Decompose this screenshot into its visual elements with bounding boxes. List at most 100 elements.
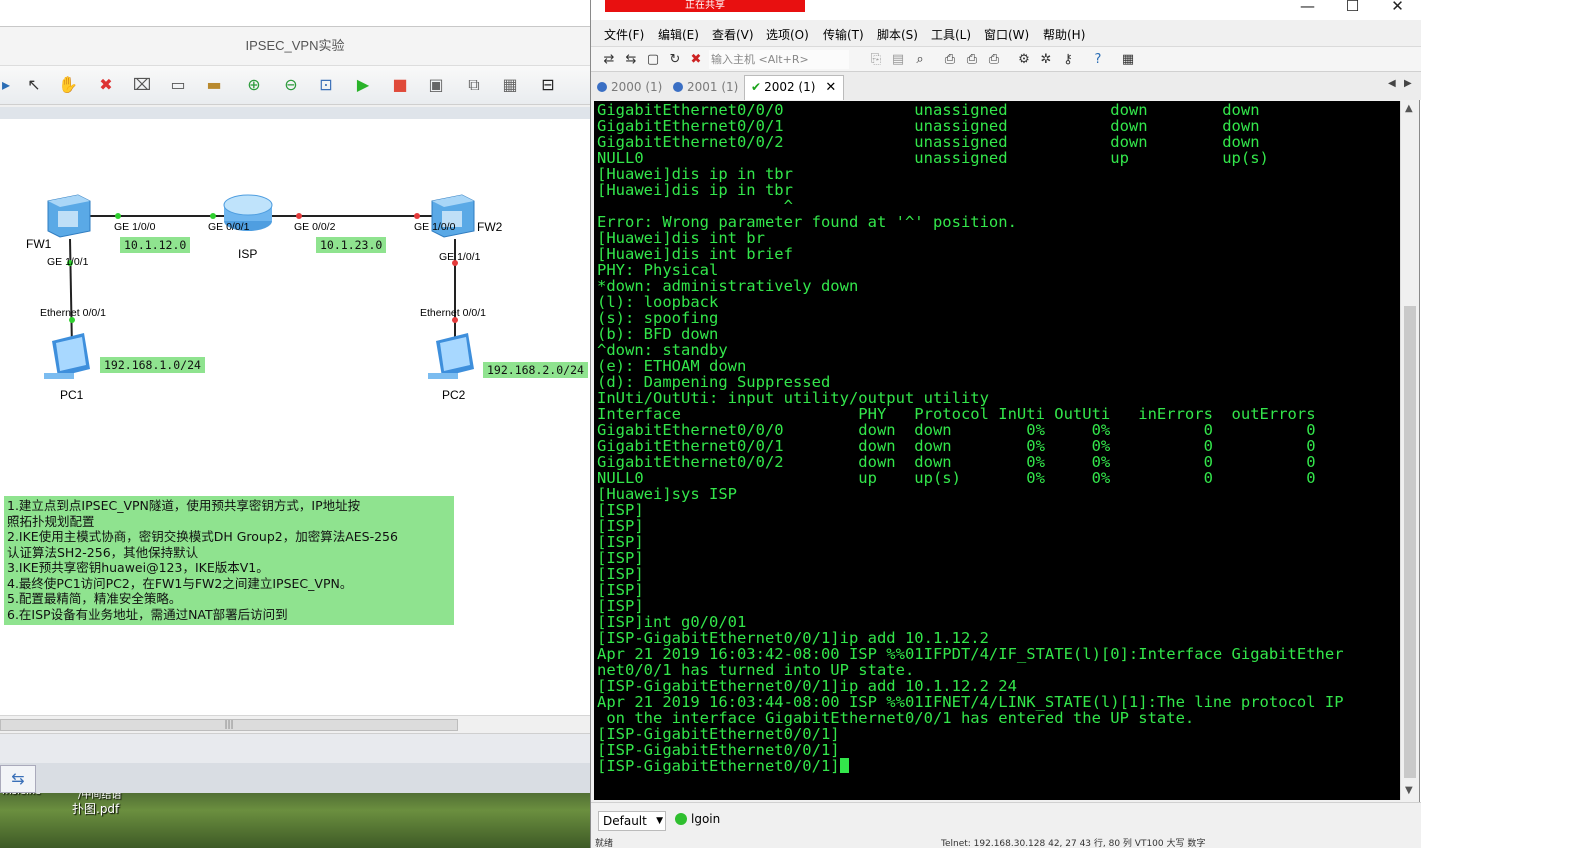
menu-view[interactable]: 查看(V): [712, 26, 754, 43]
quick-connect-icon[interactable]: ⇆: [622, 51, 640, 69]
session-status-icon: [597, 82, 607, 92]
ensp-bottom-bar: ⇆: [0, 763, 590, 793]
grid-icon[interactable]: ▦: [498, 74, 522, 96]
crt-toolbar: ⇄ ⇆ ▢ ↻ ✖ 输入主机 <Alt+R> ⎘ ▤ ⌕ ⎙ ⎙ ⎙ ⚙ ✲ ⚷…: [591, 46, 1421, 72]
capture-icon[interactable]: ▣: [424, 74, 448, 96]
maximize-button[interactable]: ☐: [1330, 0, 1375, 18]
zoom-in-icon[interactable]: ⊕: [242, 74, 266, 96]
menu-script[interactable]: 脚本(S): [877, 26, 918, 43]
fw1-device-icon: [47, 194, 91, 238]
sharing-banner[interactable]: 正在共享: [605, 0, 805, 12]
task-line: 5.配置最精简，精准安全策略。: [7, 591, 182, 606]
host-input[interactable]: 输入主机 <Alt+R>: [709, 50, 849, 69]
port-label: Ethernet 0/0/1: [40, 307, 106, 319]
menu-options[interactable]: 选项(O): [766, 26, 809, 43]
tab-scroll-right-icon[interactable]: ▶: [1404, 78, 1412, 89]
pointer-icon[interactable]: ↖: [22, 74, 46, 96]
task-requirements-note: 1.建立点到点IPSEC_VPN隧道，使用预共享密钥方式，IP地址按 照拓扑规划…: [4, 496, 454, 625]
print-selection-icon[interactable]: ⎙: [963, 51, 981, 69]
terminal-output[interactable]: GigabitEthernet0/0/0 unassigned down dow…: [594, 101, 1400, 800]
connect-tab-icon[interactable]: ▢: [644, 51, 662, 69]
tab-scroll-left-icon[interactable]: ◀: [1388, 78, 1396, 89]
terminal-line: *down: administratively down: [597, 277, 859, 295]
copy-icon[interactable]: ⎘: [867, 51, 885, 69]
connect-icon[interactable]: ⇄: [600, 51, 618, 69]
pc2-device-icon: [428, 333, 474, 379]
rectangle-icon[interactable]: ▬: [202, 74, 226, 96]
hand-icon[interactable]: ✋: [56, 74, 80, 96]
menu-help[interactable]: 帮助(H): [1043, 26, 1085, 43]
tab-label: 2000 (1): [611, 80, 663, 94]
tab-session-2001[interactable]: 2001 (1): [667, 76, 738, 98]
zoom-out-icon[interactable]: ⊖: [279, 74, 303, 96]
find-icon[interactable]: ⌕: [911, 51, 929, 69]
scrollbar-thumb[interactable]: |||: [0, 719, 458, 731]
minimize-button[interactable]: —: [1285, 0, 1330, 18]
print-icon[interactable]: ⎙: [941, 51, 959, 69]
terminal-line: PHY: Physical: [597, 261, 719, 279]
session-button[interactable]: lgoin: [675, 812, 720, 826]
terminal-line: [ISP]: [597, 549, 644, 567]
session-select[interactable]: Default ▼: [598, 811, 666, 831]
topology-canvas[interactable]: FW1 ISP FW2 PC1 PC2 GE 1/0/0 GE 0/0/1 GE…: [0, 119, 590, 715]
scroll-up-icon[interactable]: ▲: [1405, 103, 1413, 114]
terminal-icon[interactable]: ⊟: [536, 74, 560, 96]
delete-icon[interactable]: ✖: [94, 74, 118, 96]
terminal-line: [ISP]: [597, 533, 644, 551]
terminal-scrollbar[interactable]: ▲ ▼: [1400, 101, 1418, 800]
tab-label: 2001 (1): [687, 80, 739, 94]
eraser-icon[interactable]: ⌧: [130, 74, 154, 96]
port-label: GE 0/0/2: [294, 221, 336, 233]
terminal-line: Apr 21 2019 16:03:44-08:00 ISP %%01IFNET…: [597, 693, 1344, 711]
scroll-down-icon[interactable]: ▼: [1405, 785, 1413, 796]
ensp-task-button[interactable]: ⇆: [0, 765, 36, 793]
menu-bar: 文件(F) 编辑(E) 查看(V) 选项(O) 传输(T) 脚本(S) 工具(L…: [591, 20, 1421, 46]
reconnect-icon[interactable]: ↻: [666, 51, 684, 69]
securecrt-window: 正在共享 — ☐ ✕ 文件(F) 编辑(E) 查看(V) 选项(O) 传输(T)…: [590, 0, 1421, 848]
play-icon[interactable]: ▸: [0, 74, 18, 96]
port-label: GE 1/0/1: [439, 251, 481, 263]
start-device-icon[interactable]: ▶: [351, 74, 375, 96]
tab-session-2000[interactable]: 2000 (1): [591, 76, 662, 98]
port-label: GE 1/0/0: [114, 221, 156, 233]
terminal-line: [Huawei]sys ISP: [597, 485, 737, 503]
session-select-value: Default: [603, 814, 647, 828]
tab-label: 2002 (1): [764, 80, 816, 94]
terminal-line: NULL0 unassigned up up(s): [597, 149, 1269, 167]
menu-tools[interactable]: 工具(L): [931, 26, 971, 43]
task-line: 照拓扑规划配置: [7, 513, 95, 529]
session-options-icon[interactable]: ⚙: [1015, 51, 1033, 69]
help-icon[interactable]: ?: [1089, 51, 1107, 69]
network-label: 192.168.1.0/24: [100, 357, 205, 373]
session-status-icon: [673, 82, 683, 92]
sftp-icon[interactable]: ▦: [1119, 51, 1137, 69]
menu-file[interactable]: 文件(F): [604, 26, 644, 43]
horizontal-scrollbar[interactable]: |||: [0, 715, 590, 733]
ensp-toolbar-band: [0, 107, 590, 119]
printer-icon[interactable]: ⎙: [985, 51, 1003, 69]
terminal-line: [Huawei]dis ip in tbr: [597, 181, 793, 199]
ensp-status-area: [0, 733, 590, 763]
desktop-file-pdf[interactable]: 扑图.pdf: [72, 800, 119, 817]
keymap-icon[interactable]: ⚷: [1059, 51, 1077, 69]
terminal-line: [ISP]: [597, 597, 644, 615]
global-options-icon[interactable]: ✲: [1037, 51, 1055, 69]
pc2-label: PC2: [442, 388, 466, 402]
tab-session-2002[interactable]: ✔ 2002 (1) ✕: [744, 75, 844, 100]
pc1-label: PC1: [60, 388, 84, 402]
close-window-button[interactable]: ✕: [1375, 0, 1420, 18]
text-note-icon[interactable]: ▭: [166, 74, 190, 96]
menu-window[interactable]: 窗口(W): [984, 26, 1029, 43]
close-tab-icon[interactable]: ✕: [825, 80, 836, 95]
topology-icon[interactable]: ⧉: [462, 74, 486, 96]
isp-label: ISP: [238, 247, 258, 261]
fit-window-icon[interactable]: ⊡: [314, 74, 338, 96]
desktop-blank: [1420, 0, 1572, 848]
scrollbar-thumb[interactable]: [1404, 306, 1416, 778]
stop-device-icon[interactable]: ■: [388, 74, 412, 96]
check-icon: ✔: [751, 80, 762, 94]
disconnect-icon[interactable]: ✖: [687, 51, 705, 69]
paste-icon[interactable]: ▤: [889, 51, 907, 69]
menu-transfer[interactable]: 传输(T): [823, 26, 864, 43]
menu-edit[interactable]: 编辑(E): [658, 26, 699, 43]
